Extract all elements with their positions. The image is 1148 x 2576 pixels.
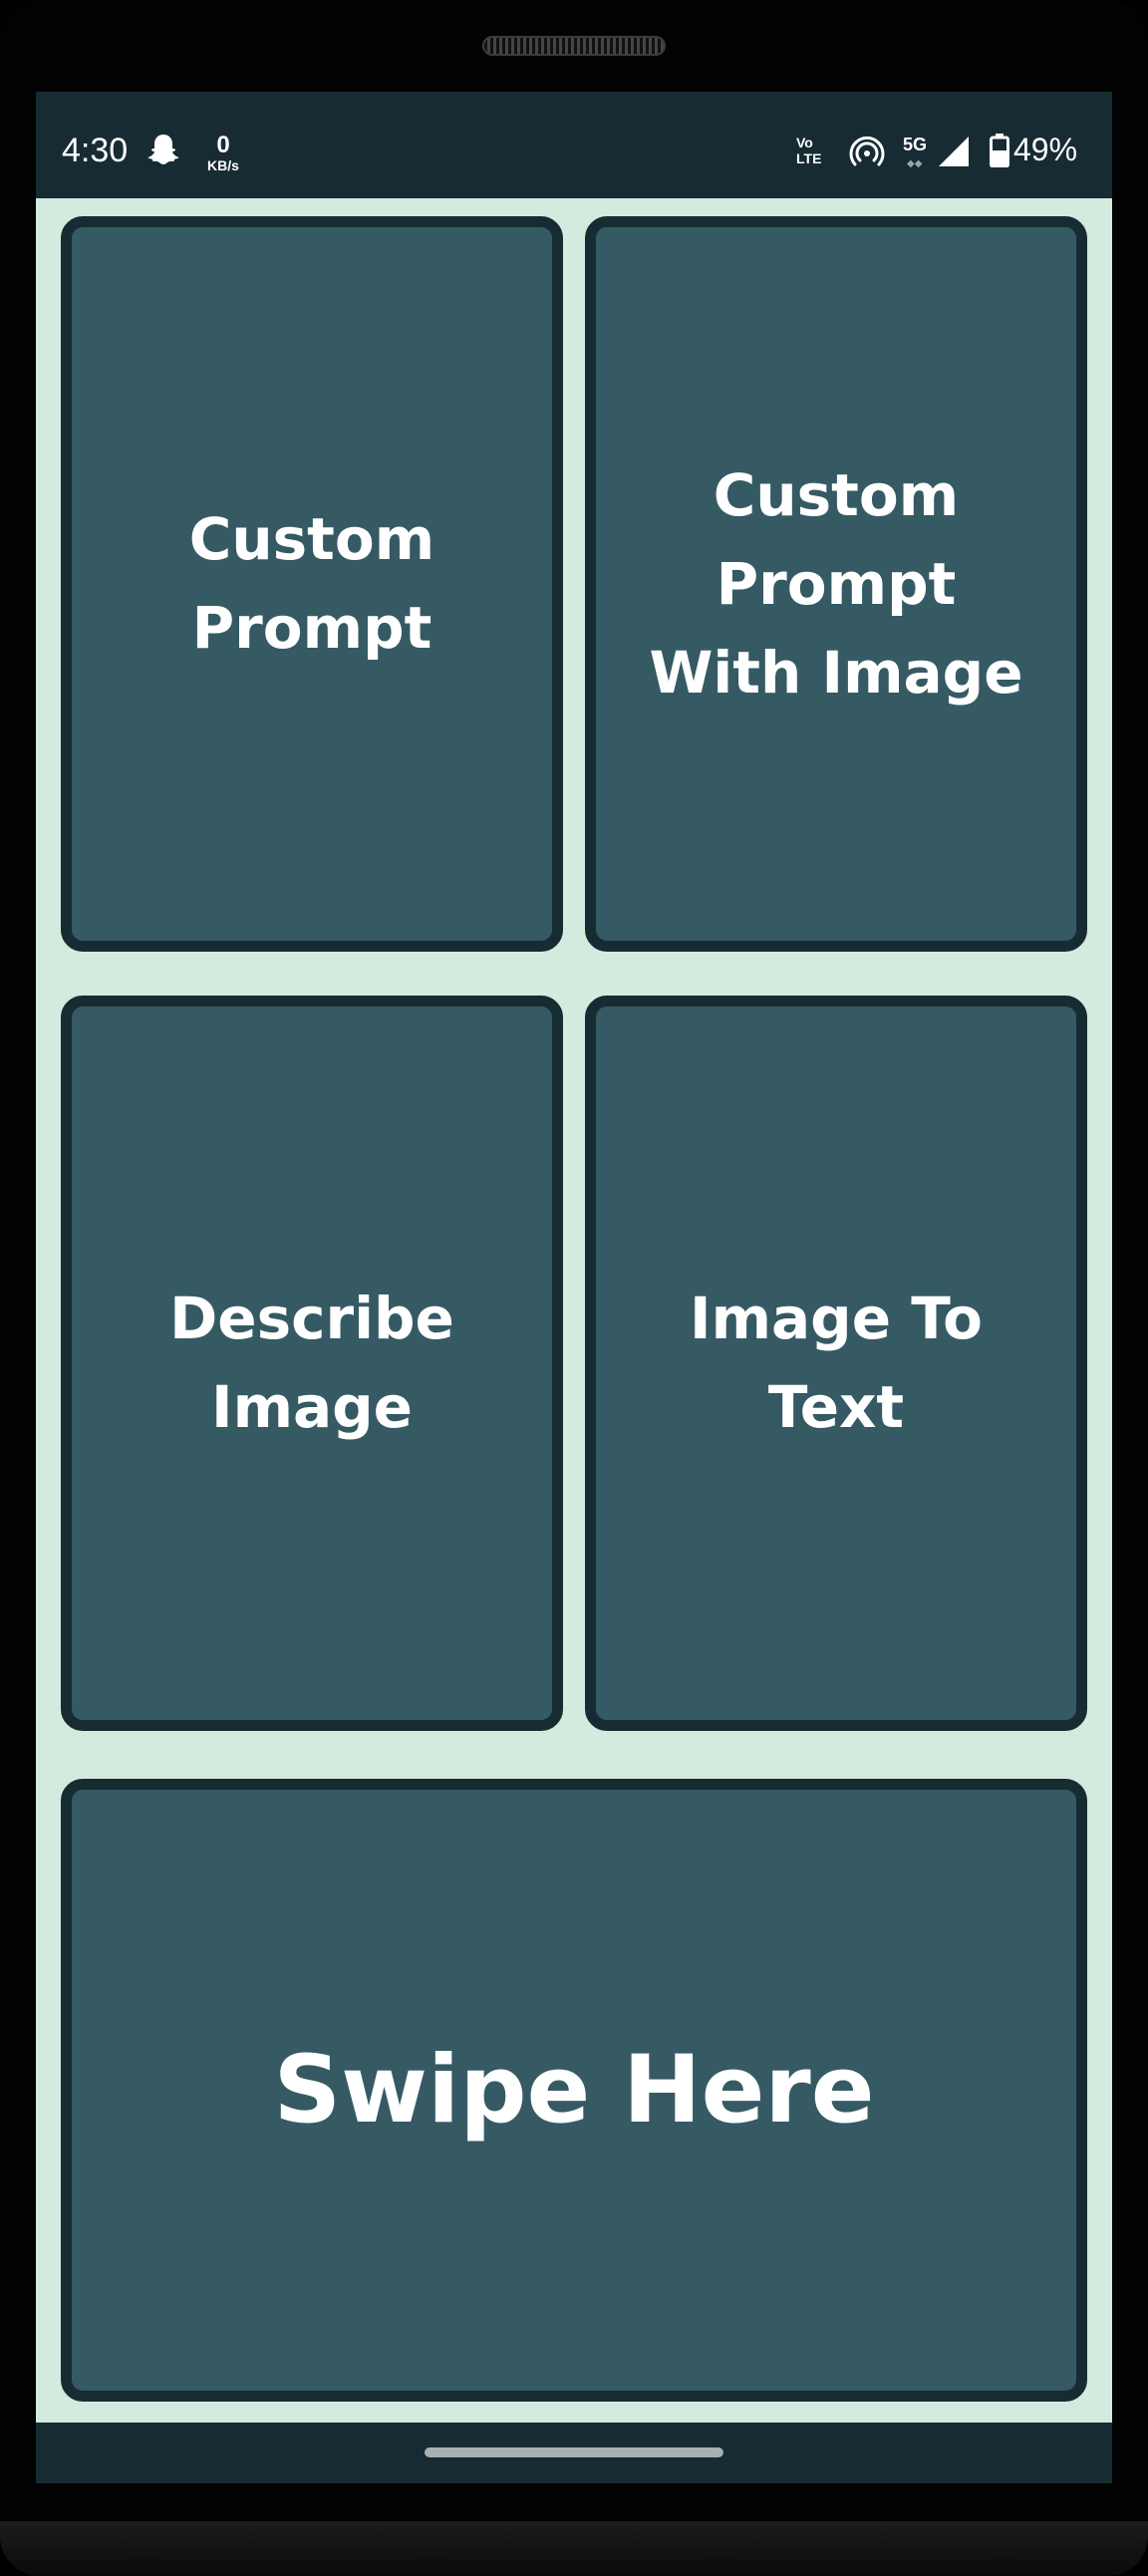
swipe-here-label: Swipe Here bbox=[273, 2035, 875, 2145]
home-gesture-handle[interactable] bbox=[425, 2447, 723, 2457]
phone-frame: 4:30 0 KB/s Vo LTE 5G ◆◆ 49% Custom Prom… bbox=[0, 0, 1148, 2576]
describe-image-button[interactable]: Describe Image bbox=[61, 996, 563, 1731]
volte-indicator: Vo LTE bbox=[796, 136, 836, 165]
hotspot-icon bbox=[849, 136, 885, 166]
earpiece-speaker bbox=[482, 36, 666, 56]
status-time: 4:30 bbox=[62, 132, 129, 169]
network-speed-unit: KB/s bbox=[207, 157, 239, 173]
volte-bottom-label: LTE bbox=[796, 150, 822, 166]
describe-image-label: Describe Image bbox=[169, 1285, 454, 1441]
custom-prompt-with-image-label: Custom Prompt With Image bbox=[649, 460, 1023, 707]
volte-top-label: Vo bbox=[796, 135, 813, 150]
custom-prompt-label: Custom Prompt bbox=[188, 505, 435, 662]
network-speed-value: 0 bbox=[216, 132, 230, 158]
custom-prompt-with-image-button[interactable]: Custom Prompt With Image bbox=[585, 216, 1087, 952]
image-to-text-button[interactable]: Image To Text bbox=[585, 996, 1087, 1731]
status-bar: 4:30 0 KB/s Vo LTE 5G ◆◆ 49% bbox=[36, 92, 1112, 198]
app-screen: 4:30 0 KB/s Vo LTE 5G ◆◆ 49% Custom Prom… bbox=[36, 92, 1112, 2483]
snapchat-ghost-icon bbox=[147, 135, 179, 164]
network-speed: 0 KB/s bbox=[201, 132, 245, 173]
gesture-nav-bar bbox=[36, 2423, 1112, 2483]
signal-icon bbox=[939, 137, 969, 166]
swipe-here-area[interactable]: Swipe Here bbox=[61, 1779, 1087, 2402]
network-type: 5G bbox=[903, 135, 928, 154]
battery-percent: 49% bbox=[1013, 132, 1078, 167]
custom-prompt-button[interactable]: Custom Prompt bbox=[61, 216, 563, 952]
data-activity-icon: ◆◆ bbox=[907, 158, 923, 169]
image-to-text-label: Image To Text bbox=[690, 1285, 983, 1441]
phone-chin bbox=[0, 2521, 1148, 2576]
battery-icon bbox=[990, 134, 1009, 167]
